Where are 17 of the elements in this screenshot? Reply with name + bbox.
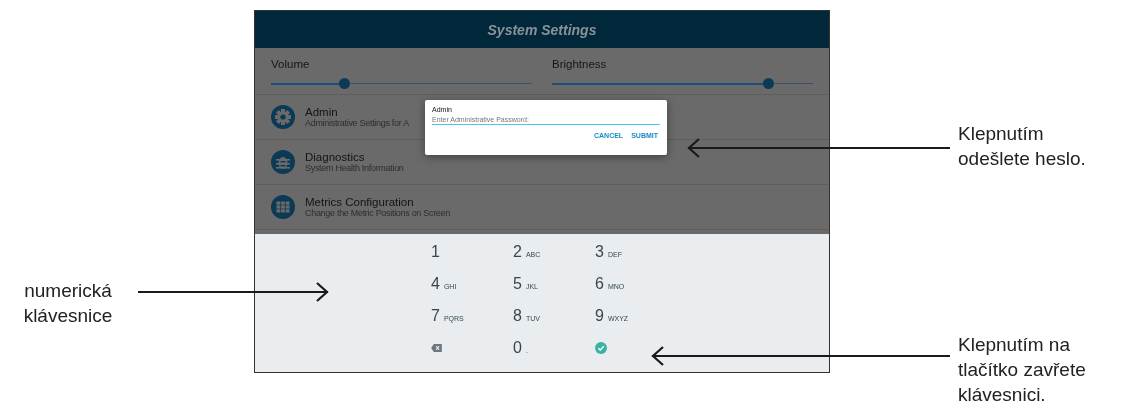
- callout-text: numerická klávesnice: [22, 279, 114, 328]
- slider-thumb[interactable]: [763, 78, 775, 89]
- bug-icon: [271, 150, 295, 174]
- menu-item-title: Admin: [305, 106, 339, 118]
- callout-text: Klepnutím odešlete heslo.: [958, 122, 1087, 171]
- gear-icon: [271, 105, 295, 129]
- menu-item-title: Metrics Configuration: [305, 196, 415, 208]
- slider-label: Volume: [271, 58, 311, 70]
- callout-text: Klepnutím na tlačítko zavřete klávesnici.: [958, 333, 1087, 407]
- slider-thumb[interactable]: [338, 78, 350, 89]
- backspace-icon[interactable]: [431, 344, 442, 352]
- grid-icon: [271, 195, 295, 219]
- checkmark-icon[interactable]: [595, 342, 607, 354]
- window-title: System Settings: [487, 21, 597, 38]
- slider-label: Brightness: [552, 58, 608, 70]
- menu-item-title: Diagnostics: [305, 151, 365, 163]
- keypad-key[interactable]: 1: [431, 243, 440, 261]
